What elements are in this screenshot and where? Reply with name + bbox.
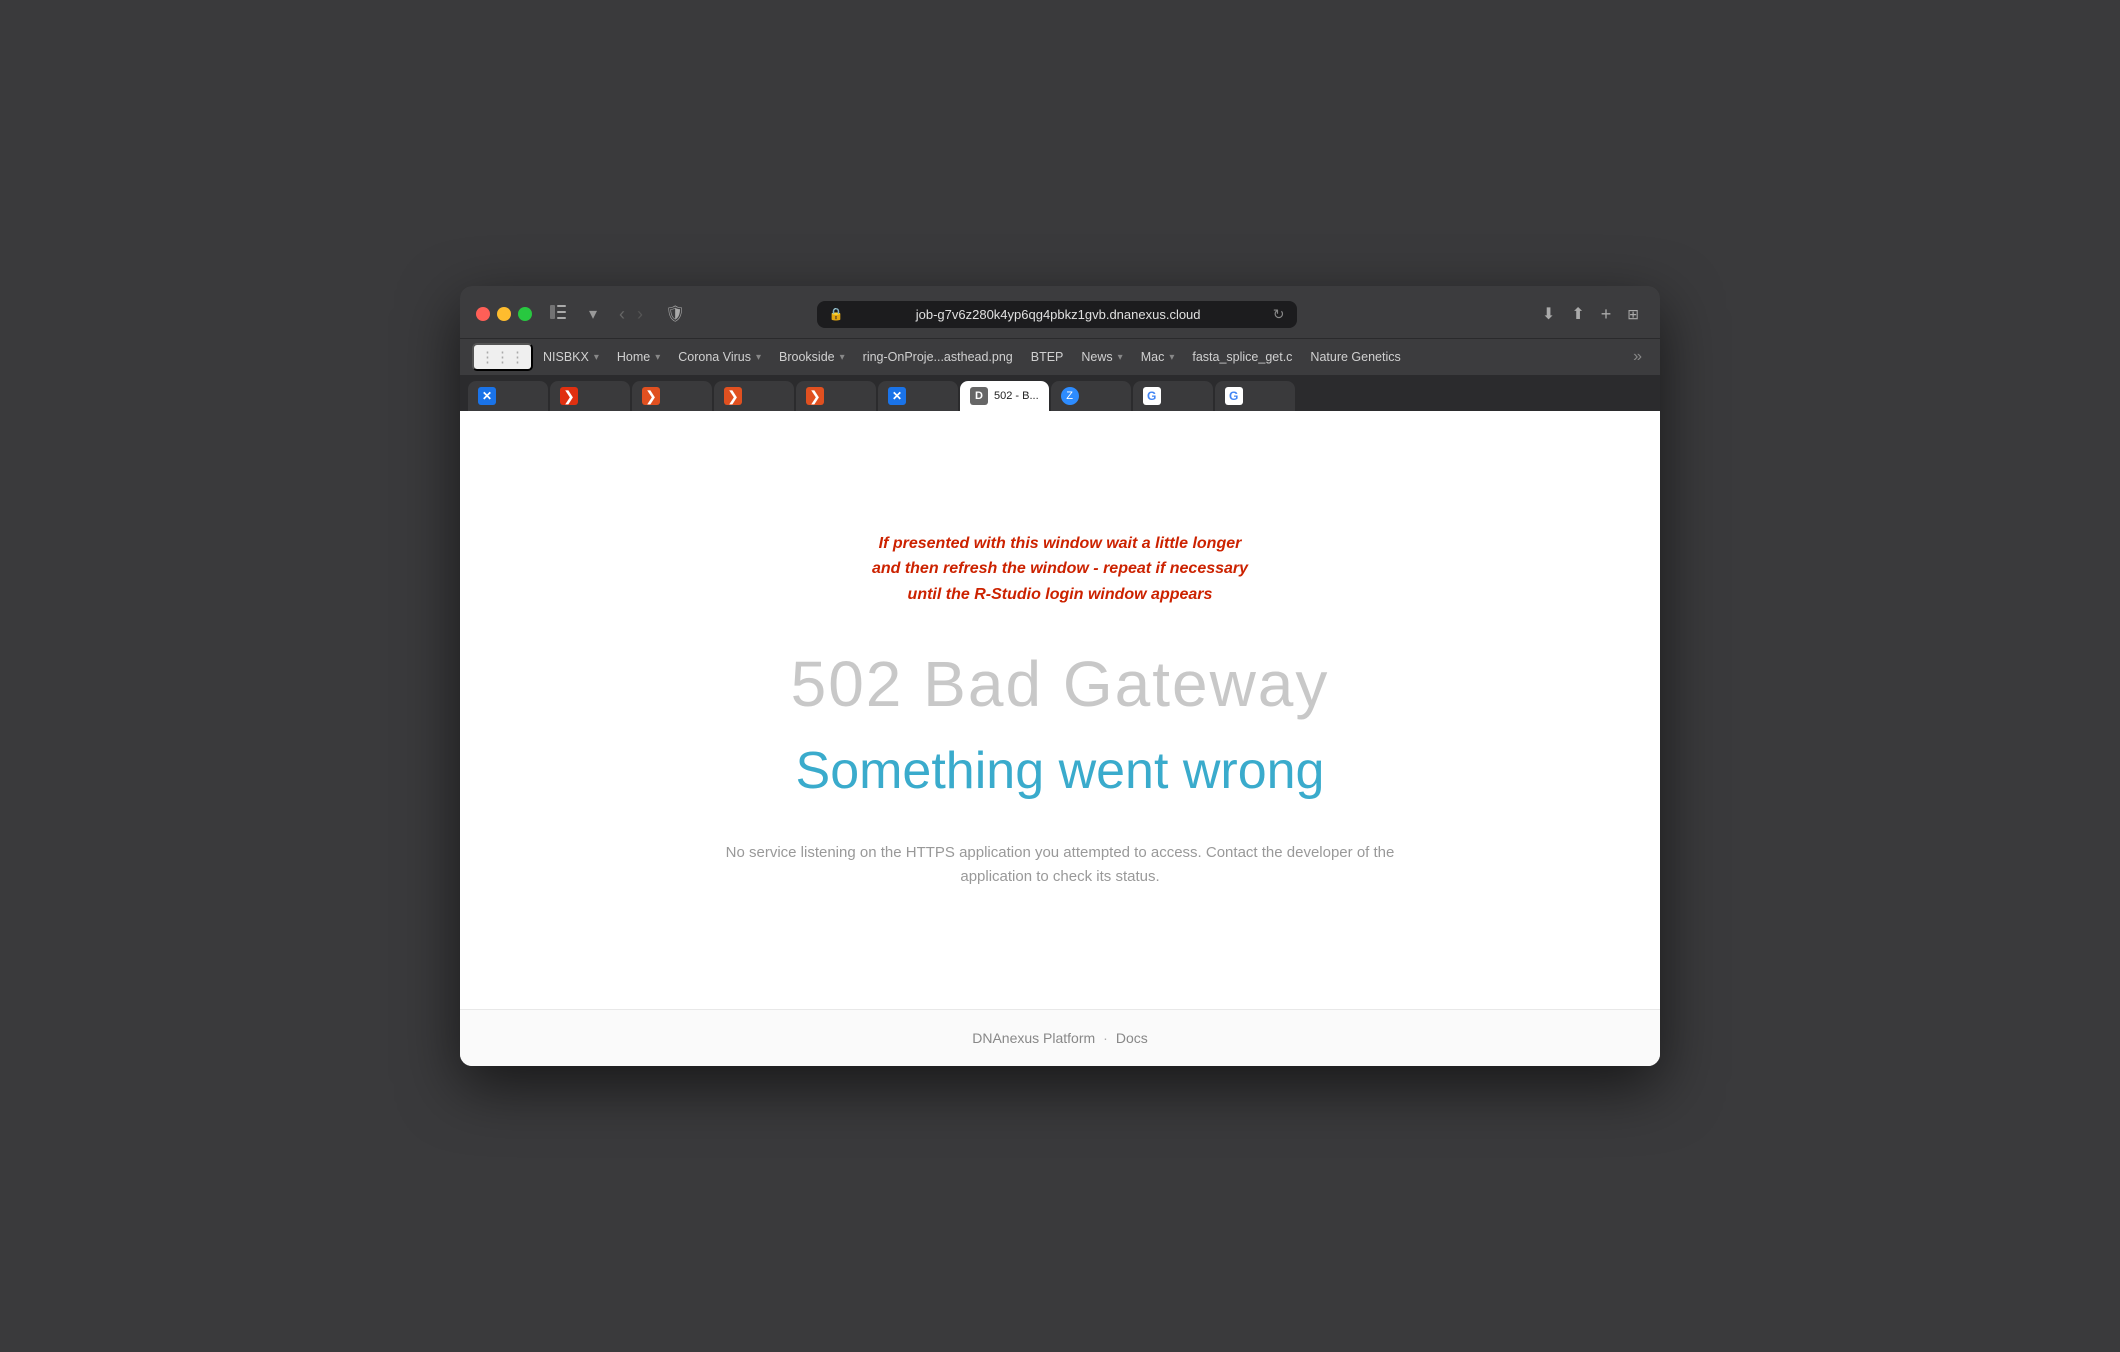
tab-favicon-5: ❯ <box>806 387 824 405</box>
bookmarks-bar: ⋮⋮⋮ NISBKX ▾ Home ▾ Corona Virus ▾ Brook… <box>460 338 1660 375</box>
back-button[interactable]: ‹ <box>614 301 630 328</box>
shield-icon[interactable]: 🛡 <box>660 301 690 327</box>
tab-8[interactable]: Z <box>1051 381 1131 411</box>
tab-1[interactable]: ✕ <box>468 381 548 411</box>
tab-7-label: 502 - B... <box>994 390 1039 402</box>
tab-overview-button[interactable]: ⊞ <box>1622 303 1644 326</box>
tab-favicon-1: ✕ <box>478 387 496 405</box>
chevron-down-icon: ▾ <box>756 352 761 363</box>
warning-message: If presented with this window wait a lit… <box>872 531 1248 608</box>
sidebar-dropdown-button[interactable]: ▾ <box>584 301 602 327</box>
tab-2[interactable]: ❯ <box>550 381 630 411</box>
bookmark-apps-grid[interactable]: ⋮⋮⋮ <box>472 343 533 371</box>
bookmark-fasta-splice[interactable]: fasta_splice_get.c <box>1184 347 1300 367</box>
maximize-button[interactable] <box>518 307 532 321</box>
tab-6[interactable]: ✕ <box>878 381 958 411</box>
chevron-down-icon: ▾ <box>594 352 599 363</box>
tab-5[interactable]: ❯ <box>796 381 876 411</box>
address-bar[interactable]: 🔒 job-g7v6z280k4yp6qg4pbkz1gvb.dnanexus.… <box>817 301 1297 328</box>
bookmark-brookside[interactable]: Brookside ▾ <box>771 347 853 367</box>
tabs-bar: ✕ ❯ ❯ ❯ ❯ ✕ D 502 - B... Z <box>460 375 1660 411</box>
chevron-down-icon: ▾ <box>840 352 845 363</box>
tab-favicon-7: D <box>970 387 988 405</box>
error-description: No service listening on the HTTPS applic… <box>720 841 1400 889</box>
bookmarks-overflow-button[interactable]: » <box>1627 345 1648 369</box>
nav-arrows: ‹ › <box>614 301 648 328</box>
forward-button[interactable]: › <box>632 301 648 328</box>
download-button[interactable]: ⬇ <box>1537 301 1560 327</box>
tab-favicon-10: G <box>1225 387 1243 405</box>
bookmark-corona-virus[interactable]: Corona Virus ▾ <box>670 347 769 367</box>
error-title: Something went wrong <box>796 741 1325 801</box>
share-button[interactable]: ⬆ <box>1566 301 1589 327</box>
tab-10[interactable]: G <box>1215 381 1295 411</box>
tab-4[interactable]: ❯ <box>714 381 794 411</box>
page-footer: DNAnexus Platform · Docs <box>460 1009 1660 1066</box>
chevron-down-icon: ▾ <box>1169 352 1174 363</box>
content-area: If presented with this window wait a lit… <box>460 411 1660 1066</box>
chevron-down-icon: ▾ <box>1118 352 1123 363</box>
bookmark-ring-project[interactable]: ring-OnProje...asthead.png <box>855 347 1021 367</box>
reload-button[interactable]: ↻ <box>1273 306 1285 323</box>
toolbar-right: ⬇ ⬆ + ⊞ <box>1537 301 1644 328</box>
tab-3[interactable]: ❯ <box>632 381 712 411</box>
browser-window: ▾ ‹ › 🛡 🔒 job-g7v6z280k4yp6qg4pbkz1gvb.d… <box>460 286 1660 1066</box>
close-button[interactable] <box>476 307 490 321</box>
docs-link[interactable]: Docs <box>1116 1030 1148 1046</box>
tab-favicon-2: ❯ <box>560 387 578 405</box>
bookmark-news[interactable]: News ▾ <box>1073 347 1130 367</box>
error-code: 502 Bad Gateway <box>791 647 1330 721</box>
footer-links: DNAnexus Platform · Docs <box>480 1030 1640 1046</box>
bookmark-nature-genetics[interactable]: Nature Genetics <box>1302 347 1408 367</box>
dot-separator: · <box>1103 1030 1108 1046</box>
minimize-button[interactable] <box>497 307 511 321</box>
tab-favicon-6: ✕ <box>888 387 906 405</box>
bookmark-home[interactable]: Home ▾ <box>609 347 668 367</box>
tab-7-active[interactable]: D 502 - B... <box>960 381 1049 411</box>
new-tab-button[interactable]: + <box>1596 301 1617 328</box>
bookmark-mac[interactable]: Mac ▾ <box>1133 347 1183 367</box>
chevron-down-icon: ▾ <box>655 352 660 363</box>
bookmark-btep[interactable]: BTEP <box>1023 347 1072 367</box>
tab-favicon-9: G <box>1143 387 1161 405</box>
lock-icon: 🔒 <box>829 307 844 321</box>
tab-favicon-4: ❯ <box>724 387 742 405</box>
page-content: If presented with this window wait a lit… <box>460 411 1660 1009</box>
platform-link[interactable]: DNAnexus Platform <box>972 1030 1095 1046</box>
url-text: job-g7v6z280k4yp6qg4pbkz1gvb.dnanexus.cl… <box>851 307 1264 322</box>
tab-favicon-8: Z <box>1061 387 1079 405</box>
sidebar-toggle-button[interactable] <box>544 302 572 327</box>
tab-favicon-3: ❯ <box>642 387 660 405</box>
traffic-lights <box>476 307 532 321</box>
tab-9[interactable]: G <box>1133 381 1213 411</box>
title-bar: ▾ ‹ › 🛡 🔒 job-g7v6z280k4yp6qg4pbkz1gvb.d… <box>460 286 1660 338</box>
bookmark-nisbkx[interactable]: NISBKX ▾ <box>535 347 607 367</box>
